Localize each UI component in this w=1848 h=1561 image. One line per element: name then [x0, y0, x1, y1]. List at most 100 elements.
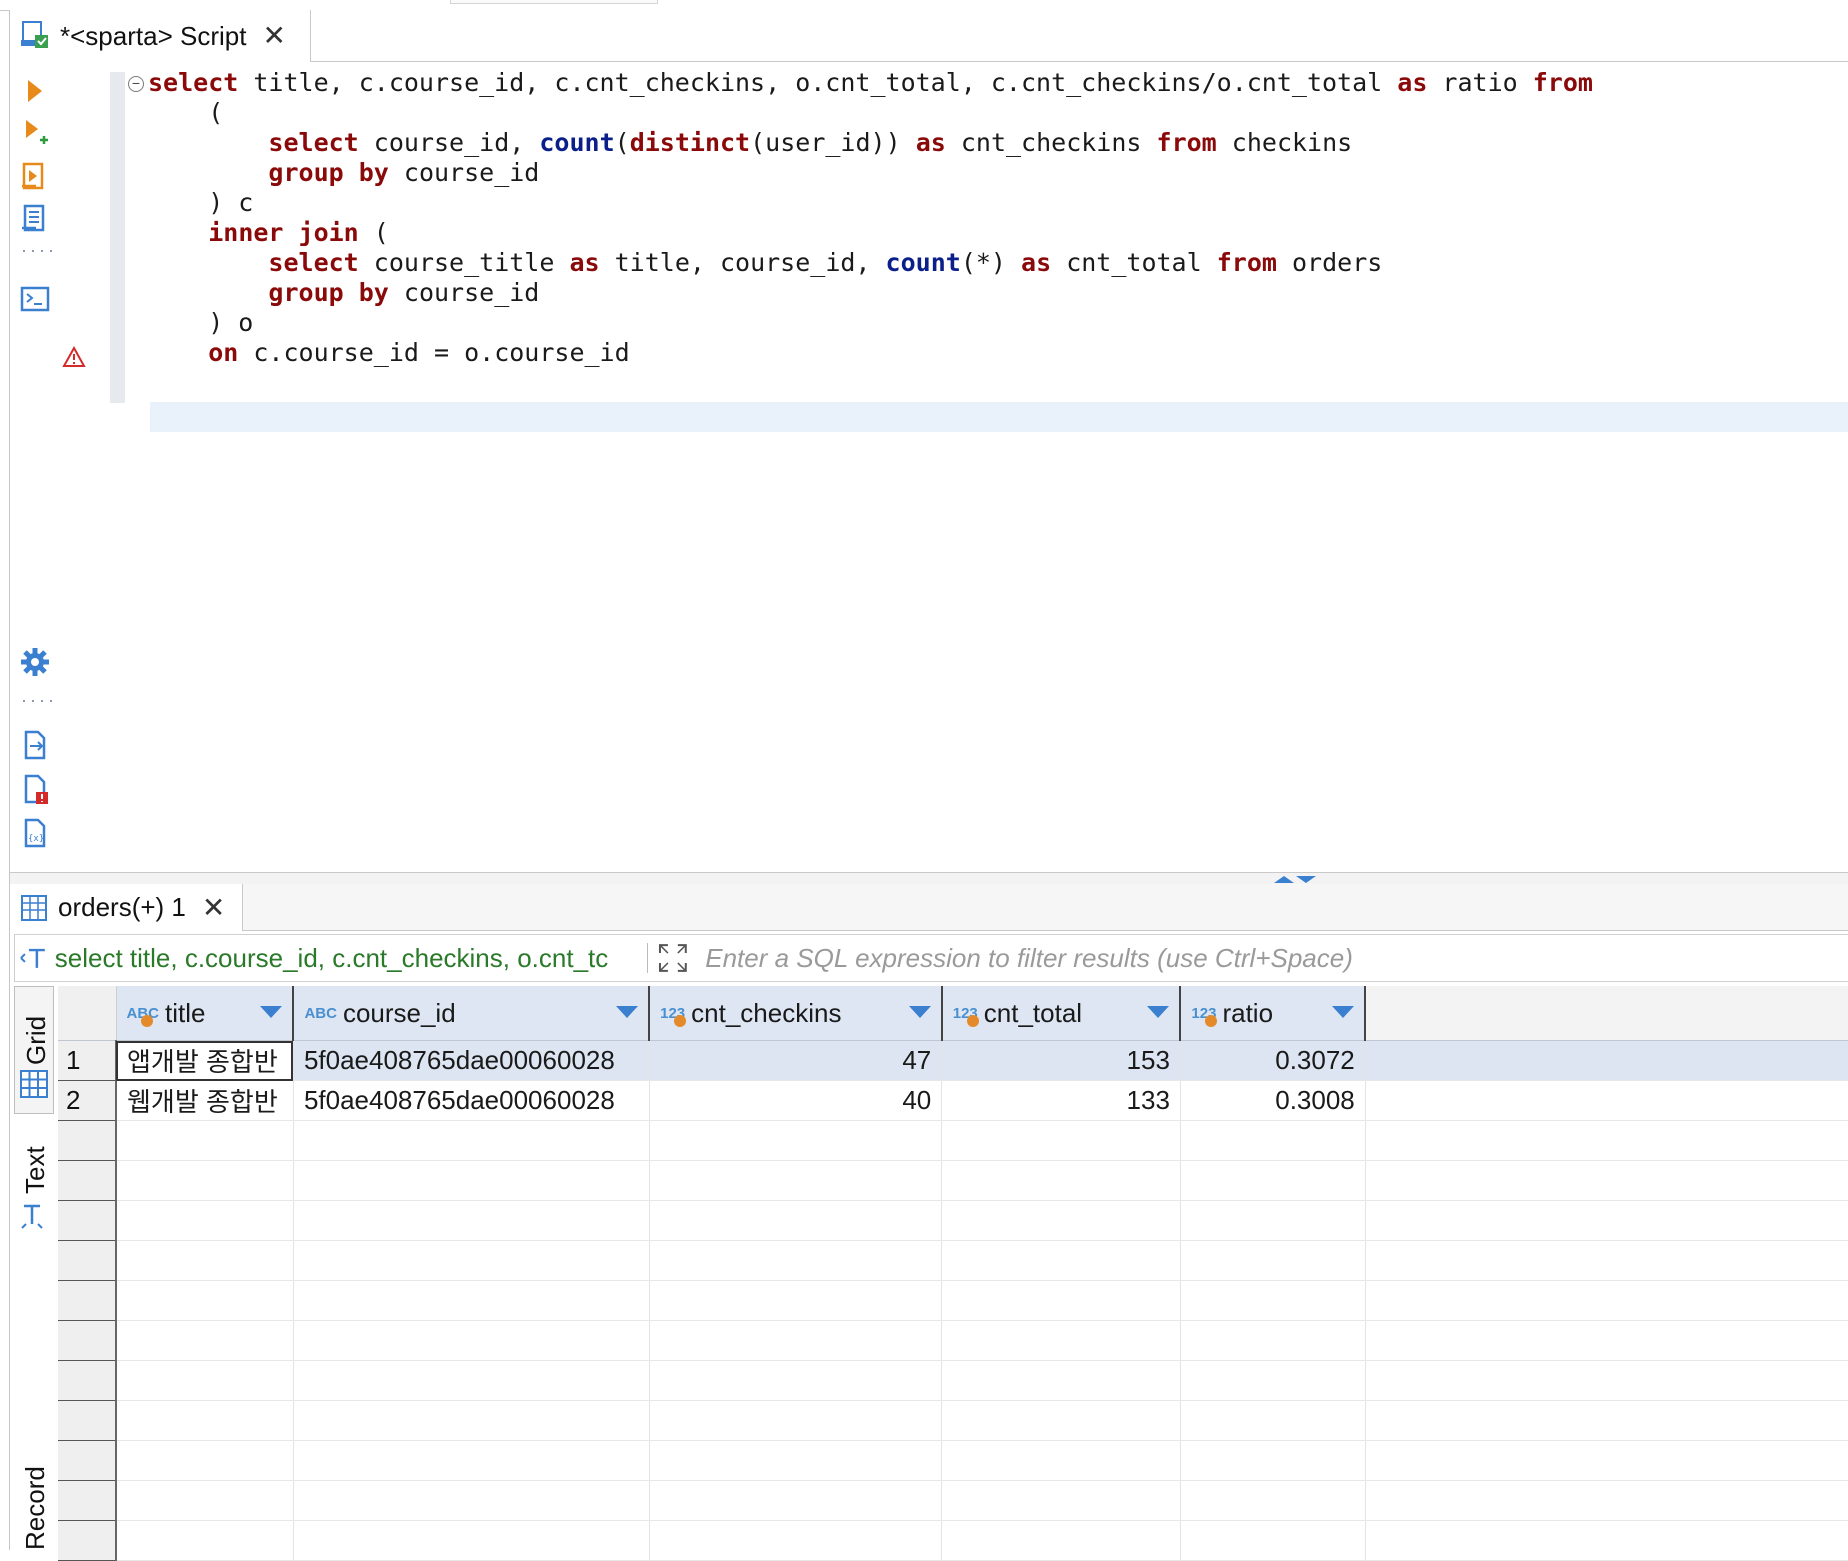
cell-title[interactable]: [116, 1480, 294, 1521]
row-number[interactable]: [58, 1400, 118, 1441]
cell-cnt-total[interactable]: [941, 1320, 1181, 1361]
cell-cnt-total[interactable]: [941, 1160, 1181, 1201]
row-number[interactable]: [58, 1200, 118, 1241]
cell-title[interactable]: [116, 1360, 294, 1401]
variables-icon[interactable]: {x}: [18, 816, 52, 850]
row-number[interactable]: [58, 1480, 118, 1521]
problems-icon[interactable]: [18, 772, 52, 806]
table-row[interactable]: 1 앱개발 종합반 5f0ae408765dae00060028 47 153 0.307…: [58, 1040, 1848, 1081]
column-header-cnt-total[interactable]: 123 cnt_total: [941, 986, 1182, 1041]
tab-text[interactable]: Text: [14, 1132, 52, 1232]
expand-icon[interactable]: [656, 941, 690, 975]
cell-cnt-checkins[interactable]: [649, 1320, 943, 1361]
cell-course-id[interactable]: [293, 1320, 650, 1361]
cell-cnt-checkins[interactable]: 40: [649, 1080, 943, 1121]
row-number[interactable]: [58, 1280, 118, 1321]
filter-input[interactable]: [703, 941, 1848, 975]
table-row[interactable]: 2 웹개발 종합반 5f0ae408765dae00060028 40 133 0.300…: [58, 1080, 1848, 1121]
cell-title[interactable]: [116, 1280, 294, 1321]
cell-title[interactable]: [116, 1120, 294, 1161]
cell-course-id[interactable]: 5f0ae408765dae00060028: [293, 1080, 650, 1121]
cell-cnt-checkins[interactable]: [649, 1520, 943, 1561]
execute-script-icon[interactable]: [18, 160, 52, 194]
cell-title[interactable]: [116, 1400, 294, 1441]
cell-title[interactable]: [116, 1200, 294, 1241]
column-header-title[interactable]: ABC title: [116, 986, 295, 1041]
row-number[interactable]: [58, 1160, 118, 1201]
column-header-cnt-checkins[interactable]: 123 cnt_checkins: [649, 986, 943, 1041]
cell-ratio[interactable]: [1180, 1240, 1366, 1281]
cell-course-id[interactable]: [293, 1440, 650, 1481]
sort-filter-arrow-icon[interactable]: [1147, 1006, 1170, 1018]
fold-toggle-icon[interactable]: −: [128, 76, 144, 92]
cell-cnt-checkins[interactable]: [649, 1360, 943, 1401]
tab-record[interactable]: Record: [14, 1462, 52, 1550]
cell-cnt-total[interactable]: [941, 1480, 1181, 1521]
sort-filter-arrow-icon[interactable]: [1332, 1006, 1355, 1018]
cell-cnt-total[interactable]: [941, 1120, 1181, 1161]
cell-title[interactable]: [116, 1160, 294, 1201]
row-number[interactable]: [58, 1520, 118, 1561]
cell-cnt-total[interactable]: [941, 1440, 1181, 1481]
cell-cnt-checkins[interactable]: [649, 1480, 943, 1521]
close-icon[interactable]: ✕: [262, 22, 285, 50]
cell-ratio[interactable]: [1180, 1120, 1366, 1161]
cell-ratio[interactable]: [1180, 1160, 1366, 1201]
sql-editor[interactable]: select title, c.course_id, c.cnt_checkin…: [148, 68, 1593, 368]
cell-course-id[interactable]: [293, 1280, 650, 1321]
cell-title[interactable]: [116, 1520, 294, 1561]
column-header-ratio[interactable]: 123 ratio: [1180, 986, 1367, 1041]
row-number[interactable]: [58, 1440, 118, 1481]
query-preview[interactable]: select title, c.course_id, c.cnt_checkin…: [55, 943, 647, 974]
row-number[interactable]: 2: [58, 1080, 118, 1121]
cell-title[interactable]: 웹개발 종합반: [116, 1080, 294, 1121]
cell-cnt-total[interactable]: [941, 1520, 1181, 1561]
cell-course-id[interactable]: 5f0ae408765dae00060028: [293, 1040, 650, 1081]
cell-course-id[interactable]: [293, 1520, 650, 1561]
cell-cnt-checkins[interactable]: [649, 1400, 943, 1441]
row-number[interactable]: [58, 1320, 118, 1361]
row-number[interactable]: [58, 1240, 118, 1281]
cell-cnt-total[interactable]: [941, 1240, 1181, 1281]
cell-cnt-total[interactable]: [941, 1400, 1181, 1441]
cell-cnt-checkins[interactable]: [649, 1160, 943, 1201]
cell-ratio[interactable]: [1180, 1480, 1366, 1521]
cell-ratio[interactable]: 0.3072: [1180, 1040, 1366, 1081]
cell-course-id[interactable]: [293, 1160, 650, 1201]
cell-course-id[interactable]: [293, 1120, 650, 1161]
cell-cnt-total[interactable]: [941, 1280, 1181, 1321]
sort-filter-arrow-icon[interactable]: [908, 1006, 931, 1018]
terminal-icon[interactable]: [18, 282, 52, 316]
cell-course-id[interactable]: [293, 1360, 650, 1401]
cell-cnt-total[interactable]: [941, 1360, 1181, 1401]
sort-filter-arrow-icon[interactable]: [616, 1006, 639, 1018]
column-header-course-id[interactable]: ABC course_id: [293, 986, 651, 1041]
explain-plan-icon[interactable]: [18, 202, 52, 236]
cell-cnt-total[interactable]: [941, 1200, 1181, 1241]
gear-icon[interactable]: [18, 645, 52, 679]
cell-ratio[interactable]: [1180, 1320, 1366, 1361]
close-icon[interactable]: ✕: [202, 893, 225, 922]
row-number[interactable]: 1: [58, 1040, 118, 1081]
cell-ratio[interactable]: [1180, 1440, 1366, 1481]
cell-cnt-checkins[interactable]: [649, 1200, 943, 1241]
cell-cnt-total[interactable]: 153: [941, 1040, 1181, 1081]
tab-grid[interactable]: Grid: [14, 986, 54, 1114]
cell-cnt-total[interactable]: 133: [941, 1080, 1181, 1121]
cell-ratio[interactable]: [1180, 1280, 1366, 1321]
cell-title[interactable]: [116, 1320, 294, 1361]
cell-ratio[interactable]: [1180, 1400, 1366, 1441]
cell-title[interactable]: [116, 1240, 294, 1281]
export-icon[interactable]: [18, 728, 52, 762]
cell-cnt-checkins[interactable]: 47: [649, 1040, 943, 1081]
cell-ratio[interactable]: 0.3008: [1180, 1080, 1366, 1121]
cell-course-id[interactable]: [293, 1480, 650, 1521]
cell-cnt-checkins[interactable]: [649, 1240, 943, 1281]
cell-cnt-checkins[interactable]: [649, 1280, 943, 1321]
cell-ratio[interactable]: [1180, 1200, 1366, 1241]
cell-course-id[interactable]: [293, 1200, 650, 1241]
execute-new-tab-icon[interactable]: [18, 116, 52, 150]
cell-ratio[interactable]: [1180, 1360, 1366, 1401]
cell-course-id[interactable]: [293, 1400, 650, 1441]
row-number[interactable]: [58, 1360, 118, 1401]
